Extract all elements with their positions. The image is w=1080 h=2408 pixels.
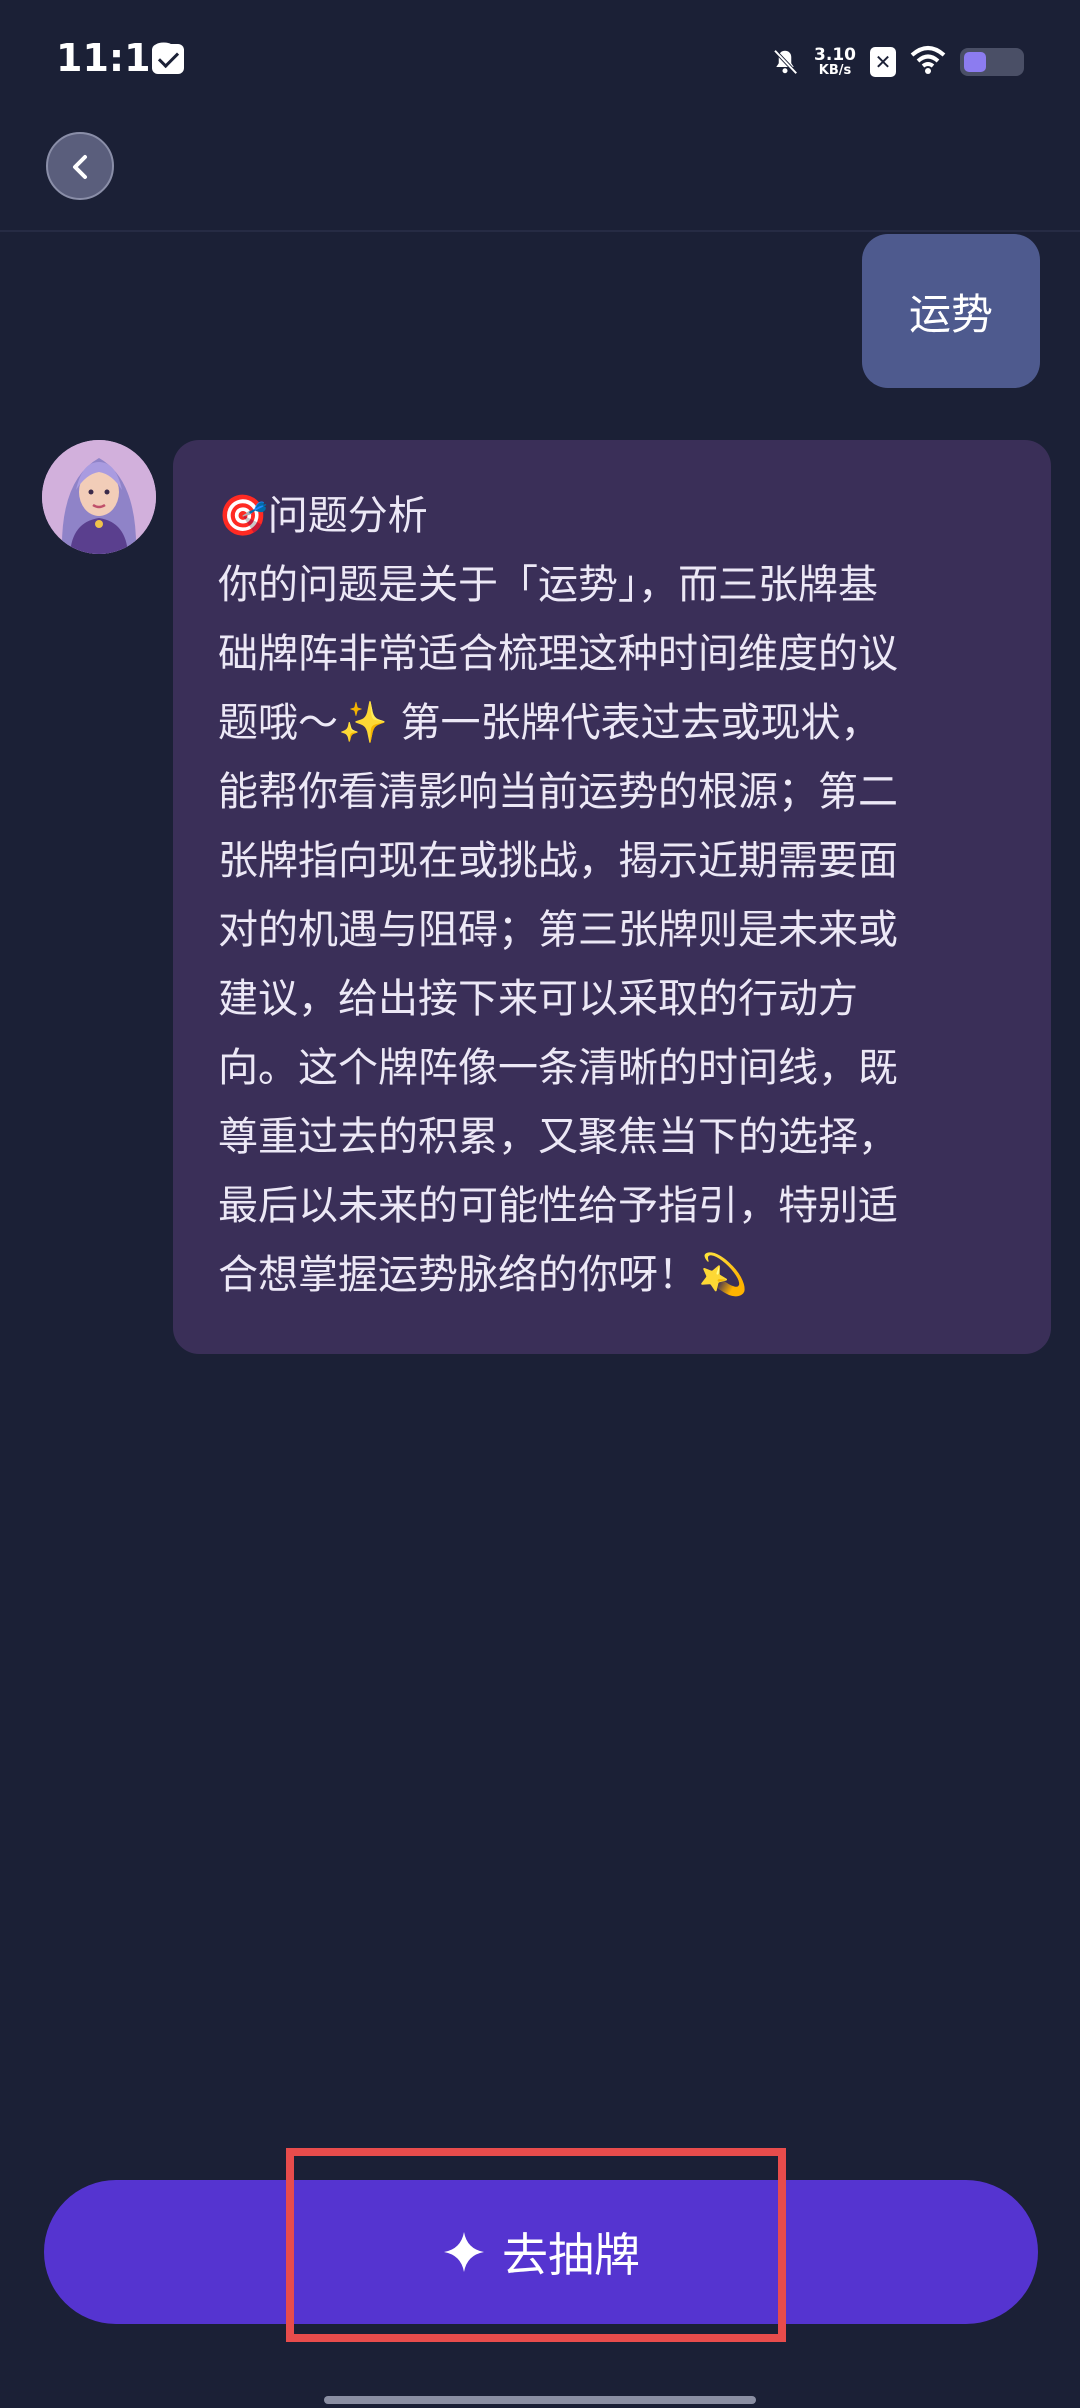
back-button[interactable] [46, 132, 114, 200]
status-icons: 3.10 KB/s ✕ [770, 40, 1024, 84]
status-bar: 11:18 3.10 KB/s ✕ [0, 0, 1080, 120]
draw-card-label: 去抽牌 [502, 2228, 640, 2282]
assistant-message-line: 张牌指向现在或挑战，揭示近期需要面 [218, 838, 898, 884]
draw-card-button[interactable]: 去抽牌 [44, 2180, 1038, 2324]
user-message-bubble: 运势 [862, 234, 1040, 388]
assistant-message-line: 题哦～✨ 第一张牌代表过去或现状， [218, 700, 881, 746]
assistant-message-line: 最后以未来的可能性给予指引，特别适 [218, 1183, 898, 1229]
assistant-message-line: 对的机遇与阻碍；第三张牌则是未来或 [218, 907, 898, 953]
assistant-message-line: 建议，给出接下来可以采取的行动方 [218, 976, 858, 1022]
assistant-avatar[interactable] [42, 440, 156, 554]
assistant-message-line: 向。这个牌阵像一条清晰的时间线，既 [218, 1045, 898, 1091]
sim-x-icon: ✕ [870, 47, 896, 77]
tarot-reader-avatar-icon [42, 440, 156, 554]
assistant-message-bubble: 🎯问题分析你的问题是关于「运势」，而三张牌基 础牌阵非常适合梳理这种时间维度的议题… [173, 440, 1051, 1354]
mail-icon [152, 44, 184, 74]
battery-icon [960, 48, 1024, 76]
user-message-text: 运势 [908, 289, 993, 339]
net-speed: 3.10 KB/s [814, 46, 856, 78]
assistant-message-line: 础牌阵非常适合梳理这种时间维度的议 [218, 631, 898, 677]
assistant-message-line: 你的问题是关于「运势」，而三张牌基 [218, 562, 878, 608]
sparkle-icon [442, 2230, 486, 2274]
assistant-message-line: 能帮你看清影响当前运势的根源；第二 [218, 769, 898, 815]
net-speed-unit: KB/s [818, 63, 852, 78]
wifi-icon [910, 45, 946, 79]
header-divider [0, 230, 1080, 232]
assistant-message-line: 合想掌握运势脉络的你呀！💫 [218, 1252, 748, 1298]
net-speed-value: 3.10 [814, 45, 856, 65]
home-indicator[interactable] [324, 2396, 756, 2404]
battery-level [964, 52, 986, 72]
chevron-left-icon [73, 155, 87, 179]
bell-off-icon [770, 47, 800, 77]
assistant-message-line: 尊重过去的积累，又聚焦当下的选择， [218, 1114, 898, 1160]
assistant-message-line: 🎯问题分析 [218, 493, 428, 539]
